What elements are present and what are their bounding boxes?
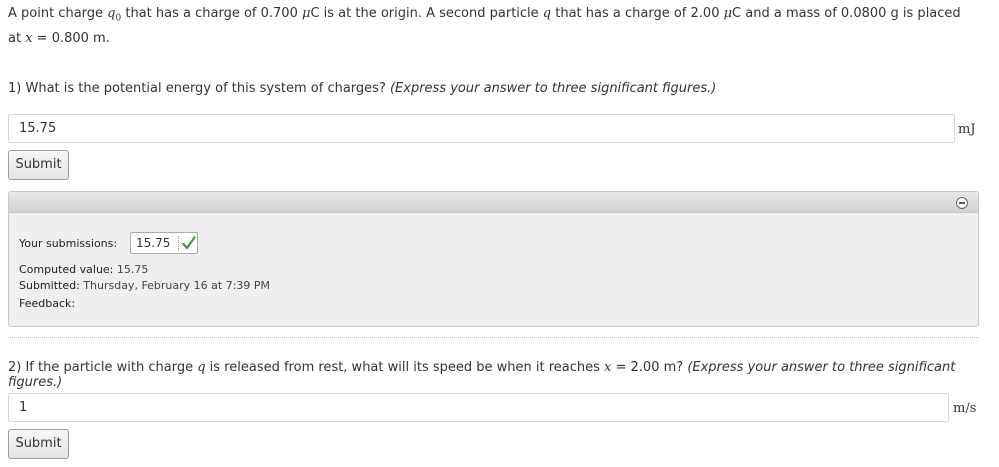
question-2-text: = 2.00 m? [611,360,684,375]
answer-1-value: 15.75 [19,121,57,136]
var-q0: q0 [107,6,121,24]
computed-label: Computed value: [19,263,114,276]
question-2-prompt: 2) If the particle with charge q is rele… [8,360,999,390]
var-x: x [25,30,33,46]
submissions-label: Your submissions: [19,237,118,250]
feedback-label: Feedback: [19,297,76,310]
intro-text: = 0.800 m. [32,30,110,46]
submit-2-button[interactable]: Submit [8,429,69,459]
answer-2-unit: m/s [953,401,977,416]
mu-symbol: μ [723,6,733,21]
question-2-text: 2) If the particle with charge [8,360,198,375]
var-q: q [197,360,206,375]
answer-2-value: 1 [19,400,28,415]
question-1-prompt: 1) What is the potential energy of this … [8,81,716,96]
submitted-label: Submitted: [19,279,80,292]
answer-1-input[interactable]: 15.75 [8,114,955,143]
intro-text: that has a charge of 2.00 [551,6,724,21]
submit-1-button[interactable]: Submit [8,150,69,180]
collapse-icon[interactable] [956,197,968,209]
submissions-panel: Your submissions: 15.75 Computed value: … [8,191,979,327]
question-1-hint: (Express your answer to three significan… [389,81,717,96]
question-1-text: 1) What is the potential energy of this … [8,81,386,96]
submission-separator [178,236,179,251]
intro-text: A point charge [8,6,108,21]
answer-1-unit: mJ [958,122,976,137]
submitted-time: Thursday, February 16 at 7:39 PM [83,279,271,292]
checkmark-icon [182,236,196,250]
computed-value: 15.75 [116,263,149,276]
computed-value-line: Computed value: 15.75 [19,263,148,276]
question-2-text: is released from rest, what will its spe… [205,360,605,375]
problem-statement: A point charge q0 that has a charge of 0… [8,4,968,49]
intro-text: C is at the origin. A second particle [310,6,543,21]
section-divider [8,337,979,338]
var-q: q [542,6,552,21]
submission-value: 15.75 [136,236,171,250]
intro-text: that has a charge of 0.700 [121,6,302,21]
submitted-line: Submitted: Thursday, February 16 at 7:39… [19,279,270,292]
submissions-panel-header[interactable] [9,192,978,213]
submission-badge[interactable]: 15.75 [130,232,198,254]
answer-2-input[interactable]: 1 [8,393,949,422]
var-q0-letter: q [107,6,116,21]
